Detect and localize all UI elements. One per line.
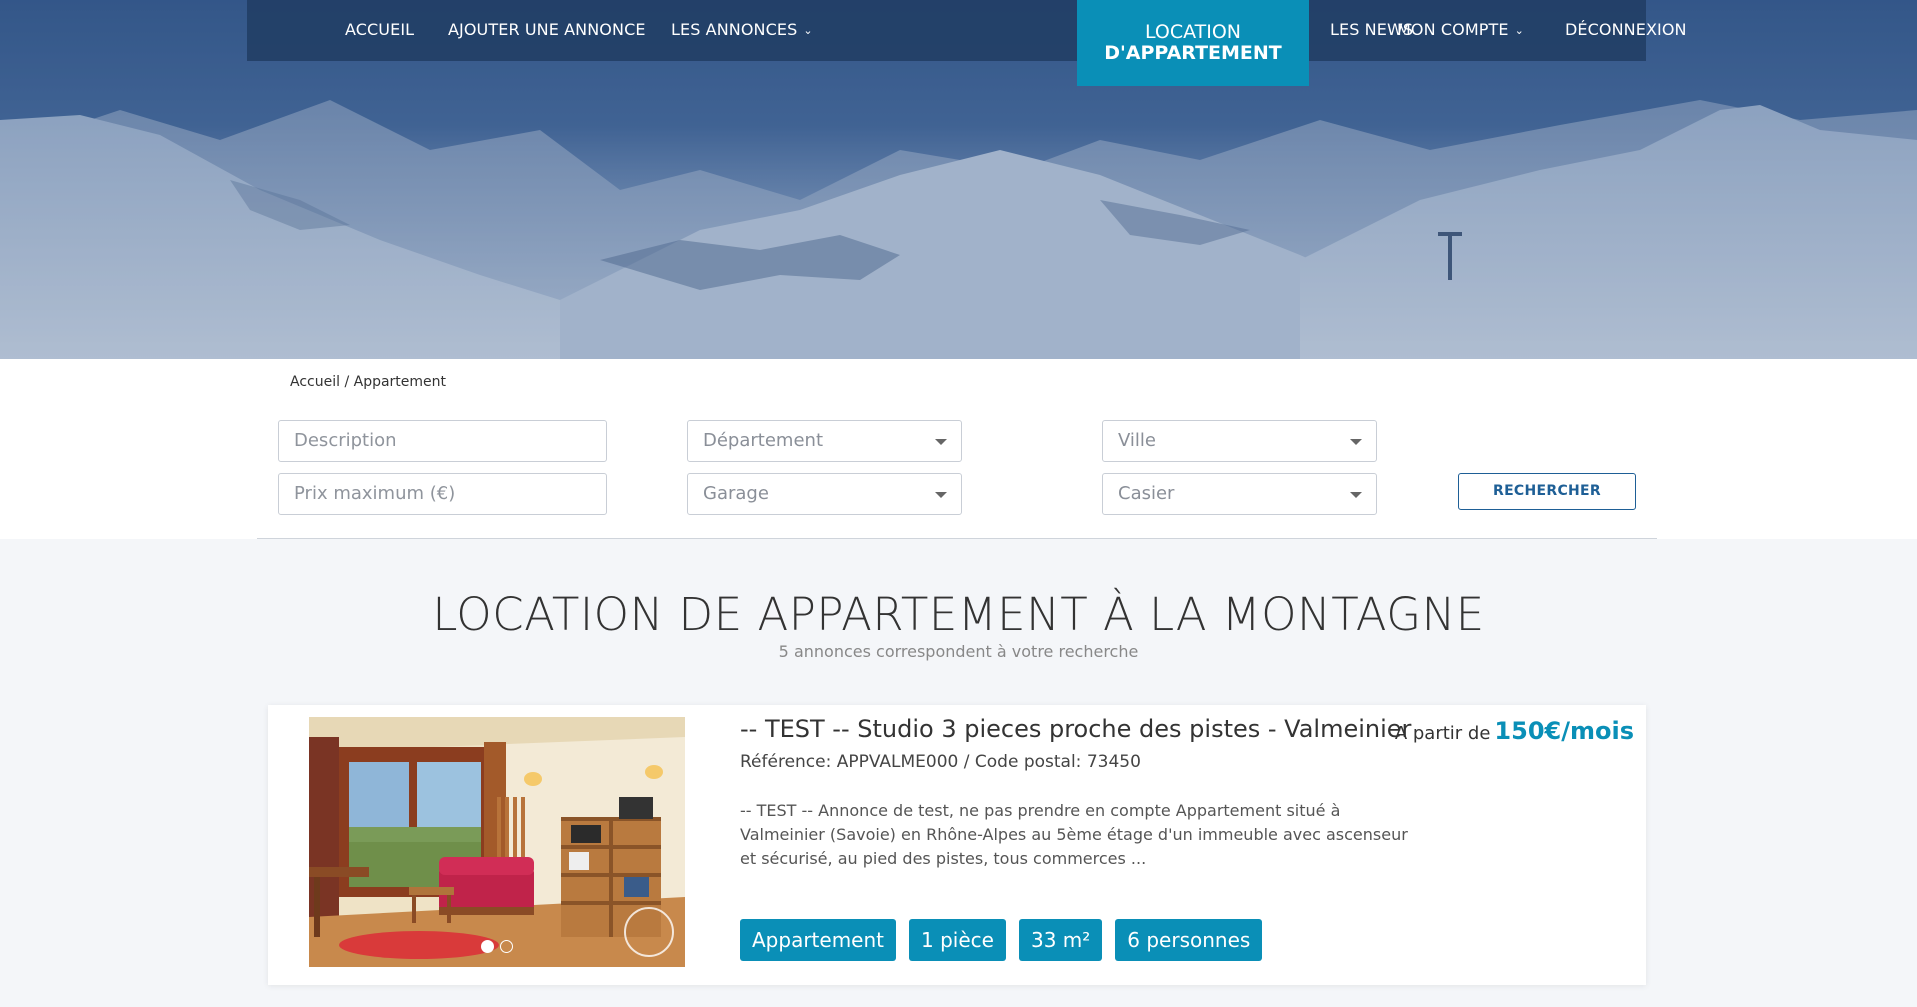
listing-description: -- TEST -- Annonce de test, ne pas prend… bbox=[740, 801, 1408, 868]
search-filter-panel: Accueil / Appartement Département Ville … bbox=[0, 359, 1917, 539]
prix-maximum-input-field[interactable] bbox=[294, 474, 606, 513]
nav-ajouter-annonce-label: AJOUTER UNE ANNONCE bbox=[448, 20, 646, 39]
listing-price: A partir de 150€/mois bbox=[1395, 717, 1634, 745]
listing-title[interactable]: -- TEST -- Studio 3 pieces proche des pi… bbox=[740, 715, 1411, 743]
caret-down-icon bbox=[1350, 492, 1362, 498]
tag-pieces: 1 pièce bbox=[909, 919, 1006, 961]
casier-select-value: Casier bbox=[1118, 483, 1175, 504]
breadcrumb-home[interactable]: Accueil bbox=[290, 374, 340, 390]
price-prefix: A partir de bbox=[1394, 723, 1491, 744]
departement-select[interactable]: Département bbox=[687, 420, 962, 462]
price-amount: 150€/mois bbox=[1494, 717, 1634, 745]
ville-select[interactable]: Ville bbox=[1102, 420, 1377, 462]
nav-les-annonces-dropdown[interactable]: LES ANNONCES ⌄ bbox=[671, 0, 813, 61]
nav-ajouter-annonce[interactable]: AJOUTER UNE ANNONCE bbox=[448, 0, 646, 61]
caret-down-icon bbox=[935, 492, 947, 498]
carousel-dot[interactable] bbox=[481, 940, 494, 953]
brand-line2: D'APPARTEMENT bbox=[1104, 42, 1282, 64]
section-divider bbox=[257, 538, 1657, 539]
nav-mon-compte-label: MON COMPTE bbox=[1397, 20, 1509, 39]
caret-down-icon bbox=[935, 439, 947, 445]
description-input-field[interactable] bbox=[294, 421, 606, 460]
breadcrumb-current: Appartement bbox=[353, 374, 447, 390]
tag-surface: 33 m² bbox=[1018, 919, 1103, 961]
nav-mon-compte-dropdown[interactable]: MON COMPTE ⌄ bbox=[1397, 0, 1524, 61]
carousel-indicators bbox=[309, 938, 685, 957]
breadcrumb: Accueil / Appartement bbox=[290, 374, 446, 390]
description-input[interactable] bbox=[278, 420, 607, 462]
tag-personnes: 6 personnes bbox=[1115, 919, 1263, 961]
departement-select-value: Département bbox=[703, 430, 823, 451]
ville-select-value: Ville bbox=[1118, 430, 1156, 451]
brand-line1: LOCATION bbox=[1144, 21, 1242, 43]
garage-select[interactable]: Garage bbox=[687, 473, 962, 515]
listing-tags: Appartement 1 pièce 33 m² 6 personnes bbox=[740, 919, 1263, 961]
tag-type: Appartement bbox=[740, 919, 897, 961]
apartment-photo bbox=[309, 717, 685, 967]
garage-select-value: Garage bbox=[703, 483, 769, 504]
rechercher-button[interactable]: RECHERCHER bbox=[1458, 473, 1636, 510]
casier-select[interactable]: Casier bbox=[1102, 473, 1377, 515]
chevron-down-icon: ⌄ bbox=[803, 24, 813, 37]
results-title: LOCATION DE APPARTEMENT À LA MONTAGNE bbox=[432, 588, 1485, 641]
nav-accueil-label: ACCUEIL bbox=[345, 20, 415, 39]
listing-photo-carousel[interactable] bbox=[309, 717, 685, 967]
carousel-dot[interactable] bbox=[500, 940, 513, 953]
listing-reference: Référence: APPVALME000 / Code postal: 73… bbox=[740, 752, 1141, 772]
chevron-down-icon: ⌄ bbox=[1514, 24, 1524, 37]
nav-deconnexion[interactable]: DÉCONNEXION bbox=[1565, 0, 1687, 61]
listing-card[interactable]: -- TEST -- Studio 3 pieces proche des pi… bbox=[268, 705, 1646, 985]
nav-les-annonces-label: LES ANNONCES bbox=[671, 20, 798, 39]
brand-logo[interactable]: LOCATION D'APPARTEMENT bbox=[1077, 0, 1309, 86]
caret-down-icon bbox=[1350, 439, 1362, 445]
prix-maximum-input[interactable] bbox=[278, 473, 607, 515]
results-count: 5 annonces correspondent à votre recherc… bbox=[778, 642, 1139, 661]
main-navbar: ACCUEIL AJOUTER UNE ANNONCE LES ANNONCES… bbox=[247, 0, 1686, 86]
breadcrumb-separator: / bbox=[340, 374, 354, 390]
nav-deconnexion-label: DÉCONNEXION bbox=[1565, 20, 1687, 39]
nav-accueil[interactable]: ACCUEIL bbox=[345, 0, 414, 61]
